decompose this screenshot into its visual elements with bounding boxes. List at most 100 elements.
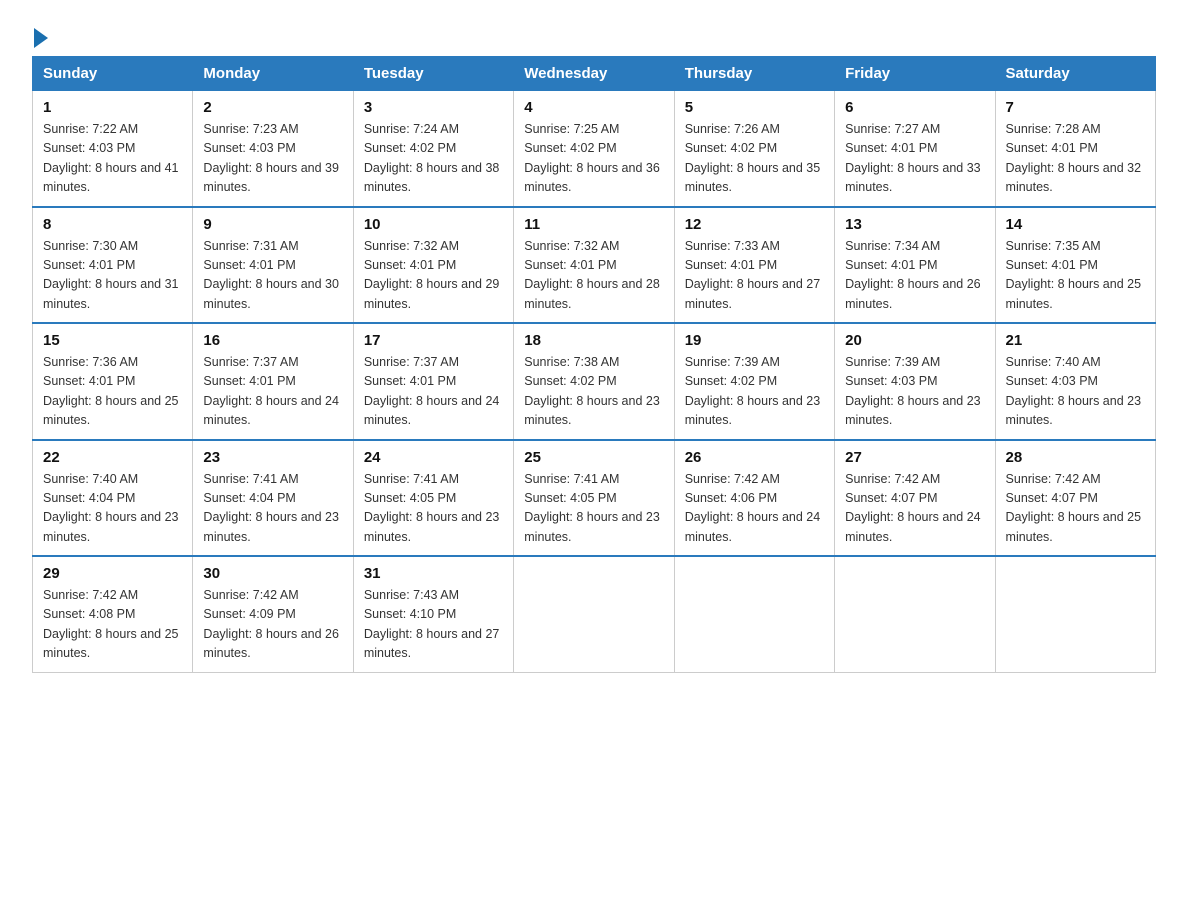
day-info: Sunrise: 7:37 AMSunset: 4:01 PMDaylight:… <box>203 353 342 431</box>
day-info: Sunrise: 7:40 AMSunset: 4:03 PMDaylight:… <box>1006 353 1145 431</box>
calendar-cell: 2 Sunrise: 7:23 AMSunset: 4:03 PMDaylight… <box>193 91 353 207</box>
day-info: Sunrise: 7:42 AMSunset: 4:07 PMDaylight:… <box>845 470 984 548</box>
calendar-week-row: 8 Sunrise: 7:30 AMSunset: 4:01 PMDaylight… <box>33 207 1156 324</box>
day-info: Sunrise: 7:26 AMSunset: 4:02 PMDaylight:… <box>685 120 824 198</box>
day-number: 23 <box>203 449 342 466</box>
day-info: Sunrise: 7:32 AMSunset: 4:01 PMDaylight:… <box>524 237 663 315</box>
calendar-cell: 10 Sunrise: 7:32 AMSunset: 4:01 PMDayligh… <box>353 207 513 324</box>
calendar-table: Sunday Monday Tuesday Wednesday Thursday… <box>32 56 1156 673</box>
calendar-cell <box>514 556 674 672</box>
day-number: 11 <box>524 216 663 233</box>
day-info: Sunrise: 7:36 AMSunset: 4:01 PMDaylight:… <box>43 353 182 431</box>
calendar-cell: 26Sunrise: 7:42 AMSunset: 4:06 PMDayligh… <box>674 440 834 557</box>
day-number: 17 <box>364 332 503 349</box>
logo <box>32 24 48 48</box>
col-wednesday: Wednesday <box>514 57 674 91</box>
calendar-week-row: 29Sunrise: 7:42 AMSunset: 4:08 PMDayligh… <box>33 556 1156 672</box>
day-number: 8 <box>43 216 182 233</box>
day-number: 27 <box>845 449 984 466</box>
day-info: Sunrise: 7:30 AMSunset: 4:01 PMDaylight:… <box>43 237 182 315</box>
page-header <box>32 24 1156 48</box>
calendar-cell: 23 Sunrise: 7:41 AMSunset: 4:04 PMDayligh… <box>193 440 353 557</box>
day-info: Sunrise: 7:22 AMSunset: 4:03 PMDaylight:… <box>43 120 182 198</box>
day-number: 29 <box>43 565 182 582</box>
calendar-cell: 3 Sunrise: 7:24 AMSunset: 4:02 PMDaylight… <box>353 91 513 207</box>
calendar-cell: 31 Sunrise: 7:43 AMSunset: 4:10 PMDayligh… <box>353 556 513 672</box>
day-number: 7 <box>1006 99 1145 116</box>
day-number: 16 <box>203 332 342 349</box>
calendar-cell: 8 Sunrise: 7:30 AMSunset: 4:01 PMDaylight… <box>33 207 193 324</box>
day-info: Sunrise: 7:40 AMSunset: 4:04 PMDaylight:… <box>43 470 182 548</box>
col-thursday: Thursday <box>674 57 834 91</box>
day-number: 13 <box>845 216 984 233</box>
calendar-week-row: 1Sunrise: 7:22 AMSunset: 4:03 PMDaylight… <box>33 91 1156 207</box>
calendar-cell: 13Sunrise: 7:34 AMSunset: 4:01 PMDayligh… <box>835 207 995 324</box>
calendar-week-row: 22 Sunrise: 7:40 AMSunset: 4:04 PMDayligh… <box>33 440 1156 557</box>
calendar-cell: 5 Sunrise: 7:26 AMSunset: 4:02 PMDaylight… <box>674 91 834 207</box>
day-info: Sunrise: 7:24 AMSunset: 4:02 PMDaylight:… <box>364 120 503 198</box>
day-number: 4 <box>524 99 663 116</box>
calendar-cell: 15 Sunrise: 7:36 AMSunset: 4:01 PMDayligh… <box>33 323 193 440</box>
calendar-cell: 24 Sunrise: 7:41 AMSunset: 4:05 PMDayligh… <box>353 440 513 557</box>
day-number: 28 <box>1006 449 1145 466</box>
day-info: Sunrise: 7:32 AMSunset: 4:01 PMDaylight:… <box>364 237 503 315</box>
calendar-cell: 20 Sunrise: 7:39 AMSunset: 4:03 PMDayligh… <box>835 323 995 440</box>
day-info: Sunrise: 7:27 AMSunset: 4:01 PMDaylight:… <box>845 120 984 198</box>
day-info: Sunrise: 7:41 AMSunset: 4:05 PMDaylight:… <box>364 470 503 548</box>
day-info: Sunrise: 7:23 AMSunset: 4:03 PMDaylight:… <box>203 120 342 198</box>
calendar-cell: 16 Sunrise: 7:37 AMSunset: 4:01 PMDayligh… <box>193 323 353 440</box>
day-number: 22 <box>43 449 182 466</box>
calendar-header-row: Sunday Monday Tuesday Wednesday Thursday… <box>33 57 1156 91</box>
calendar-cell <box>674 556 834 672</box>
col-monday: Monday <box>193 57 353 91</box>
calendar-cell: 6 Sunrise: 7:27 AMSunset: 4:01 PMDaylight… <box>835 91 995 207</box>
day-info: Sunrise: 7:38 AMSunset: 4:02 PMDaylight:… <box>524 353 663 431</box>
day-info: Sunrise: 7:35 AMSunset: 4:01 PMDaylight:… <box>1006 237 1145 315</box>
day-number: 9 <box>203 216 342 233</box>
day-number: 26 <box>685 449 824 466</box>
calendar-cell: 30 Sunrise: 7:42 AMSunset: 4:09 PMDayligh… <box>193 556 353 672</box>
day-info: Sunrise: 7:42 AMSunset: 4:07 PMDaylight:… <box>1006 470 1145 548</box>
day-number: 2 <box>203 99 342 116</box>
day-number: 6 <box>845 99 984 116</box>
calendar-cell: 12Sunrise: 7:33 AMSunset: 4:01 PMDayligh… <box>674 207 834 324</box>
calendar-cell: 29Sunrise: 7:42 AMSunset: 4:08 PMDayligh… <box>33 556 193 672</box>
day-info: Sunrise: 7:31 AMSunset: 4:01 PMDaylight:… <box>203 237 342 315</box>
day-number: 20 <box>845 332 984 349</box>
col-sunday: Sunday <box>33 57 193 91</box>
day-info: Sunrise: 7:39 AMSunset: 4:02 PMDaylight:… <box>685 353 824 431</box>
calendar-cell: 11 Sunrise: 7:32 AMSunset: 4:01 PMDayligh… <box>514 207 674 324</box>
logo-arrow-icon <box>34 28 48 48</box>
day-number: 25 <box>524 449 663 466</box>
day-info: Sunrise: 7:43 AMSunset: 4:10 PMDaylight:… <box>364 586 503 664</box>
day-number: 21 <box>1006 332 1145 349</box>
day-number: 15 <box>43 332 182 349</box>
day-info: Sunrise: 7:37 AMSunset: 4:01 PMDaylight:… <box>364 353 503 431</box>
calendar-cell: 7 Sunrise: 7:28 AMSunset: 4:01 PMDaylight… <box>995 91 1155 207</box>
calendar-cell: 27 Sunrise: 7:42 AMSunset: 4:07 PMDayligh… <box>835 440 995 557</box>
day-number: 18 <box>524 332 663 349</box>
calendar-cell: 28 Sunrise: 7:42 AMSunset: 4:07 PMDayligh… <box>995 440 1155 557</box>
calendar-cell: 21 Sunrise: 7:40 AMSunset: 4:03 PMDayligh… <box>995 323 1155 440</box>
day-number: 5 <box>685 99 824 116</box>
day-info: Sunrise: 7:42 AMSunset: 4:09 PMDaylight:… <box>203 586 342 664</box>
day-info: Sunrise: 7:33 AMSunset: 4:01 PMDaylight:… <box>685 237 824 315</box>
day-number: 30 <box>203 565 342 582</box>
day-info: Sunrise: 7:39 AMSunset: 4:03 PMDaylight:… <box>845 353 984 431</box>
day-info: Sunrise: 7:41 AMSunset: 4:04 PMDaylight:… <box>203 470 342 548</box>
calendar-cell: 25Sunrise: 7:41 AMSunset: 4:05 PMDayligh… <box>514 440 674 557</box>
day-number: 14 <box>1006 216 1145 233</box>
calendar-cell: 4Sunrise: 7:25 AMSunset: 4:02 PMDaylight… <box>514 91 674 207</box>
day-number: 10 <box>364 216 503 233</box>
day-info: Sunrise: 7:28 AMSunset: 4:01 PMDaylight:… <box>1006 120 1145 198</box>
day-number: 31 <box>364 565 503 582</box>
calendar-cell: 18 Sunrise: 7:38 AMSunset: 4:02 PMDayligh… <box>514 323 674 440</box>
calendar-cell: 14 Sunrise: 7:35 AMSunset: 4:01 PMDayligh… <box>995 207 1155 324</box>
calendar-week-row: 15 Sunrise: 7:36 AMSunset: 4:01 PMDayligh… <box>33 323 1156 440</box>
day-number: 24 <box>364 449 503 466</box>
calendar-cell: 19Sunrise: 7:39 AMSunset: 4:02 PMDayligh… <box>674 323 834 440</box>
day-number: 3 <box>364 99 503 116</box>
col-tuesday: Tuesday <box>353 57 513 91</box>
calendar-cell: 17 Sunrise: 7:37 AMSunset: 4:01 PMDayligh… <box>353 323 513 440</box>
calendar-cell <box>995 556 1155 672</box>
